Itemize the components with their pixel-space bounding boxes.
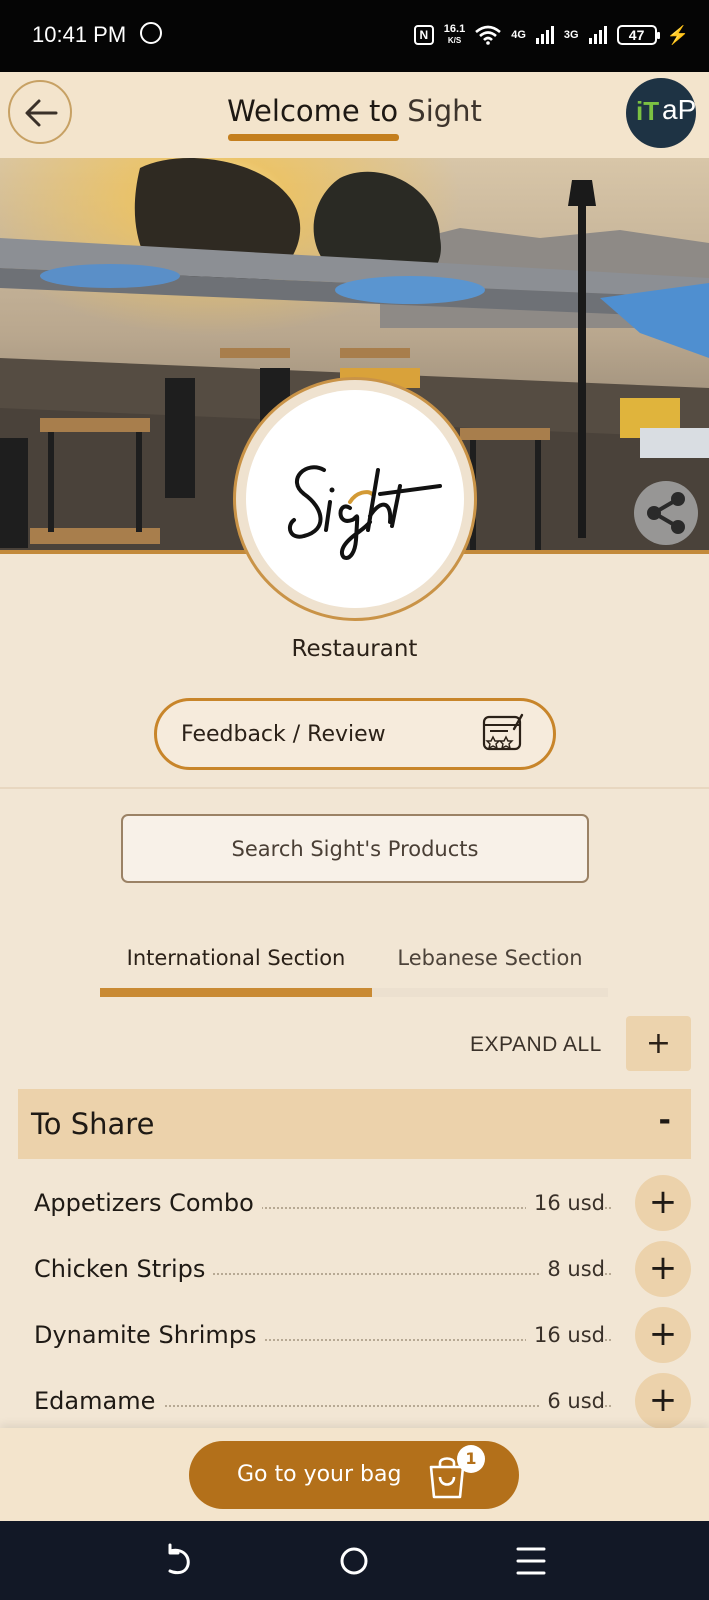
- menu-item-name: Dynamite Shrimps: [34, 1321, 265, 1349]
- plus-icon: +: [648, 1248, 678, 1288]
- menu-item: Appetizers Combo 16 usd +: [34, 1175, 691, 1235]
- add-item-button[interactable]: +: [635, 1241, 691, 1297]
- menu-item-price: 16 usd: [526, 1323, 605, 1347]
- menu-item-price: 6 usd: [539, 1389, 605, 1413]
- system-navigation-bar: [0, 1521, 709, 1600]
- add-item-button[interactable]: +: [635, 1373, 691, 1429]
- home-nav-icon[interactable]: [332, 1539, 376, 1583]
- active-tab-indicator: [100, 988, 372, 997]
- feedback-review-button[interactable]: Feedback / Review: [154, 698, 556, 770]
- expand-all-label[interactable]: EXPAND ALL: [470, 1033, 602, 1057]
- collapse-icon[interactable]: -: [659, 1103, 671, 1138]
- signal-bars-icon: [588, 26, 607, 44]
- plus-icon: +: [648, 1182, 678, 1222]
- bag-count-badge: 1: [457, 1445, 485, 1473]
- status-time: 10:41 PM: [32, 22, 127, 47]
- signal-bars-icon: [535, 26, 554, 44]
- status-bar: 10:41 PM N 16.1 K/S 4G 3G 47 ⚡: [0, 0, 709, 72]
- app-logo-text-1: iT: [636, 96, 660, 126]
- feedback-review-label: Feedback / Review: [181, 722, 386, 747]
- back-nav-icon[interactable]: [156, 1539, 200, 1583]
- category-title: To Share: [31, 1107, 155, 1141]
- menu-item-price: 16 usd: [526, 1191, 605, 1215]
- assistant-status-icon: [140, 22, 162, 44]
- share-icon: [647, 492, 685, 534]
- network-speed: 16.1 K/S: [444, 24, 465, 46]
- tab-international-section[interactable]: International Section: [100, 946, 372, 970]
- menu-item-price: 8 usd: [539, 1257, 605, 1281]
- plus-icon: +: [648, 1380, 678, 1420]
- charging-icon: ⚡: [666, 24, 689, 45]
- menu-item: Edamame 6 usd +: [34, 1373, 691, 1433]
- go-to-bag-label: Go to your bag: [237, 1462, 402, 1487]
- go-to-bag-button[interactable]: Go to your bag 1: [189, 1441, 519, 1509]
- share-button[interactable]: [634, 481, 698, 545]
- menu-nav-icon[interactable]: [510, 1539, 554, 1583]
- menu-item-name: Appetizers Combo: [34, 1189, 262, 1217]
- app-header: Welcome to Sight iT aP: [0, 72, 709, 158]
- tab-lebanese-section[interactable]: Lebanese Section: [372, 946, 608, 970]
- restaurant-logo-frame: [233, 377, 477, 621]
- bag-bar: Go to your bag 1: [0, 1428, 709, 1521]
- restaurant-logo: [246, 390, 464, 608]
- app-logo[interactable]: iT aP: [626, 78, 696, 148]
- status-icons: N 16.1 K/S 4G 3G 47 ⚡: [413, 18, 689, 52]
- network-speed-value: 16.1: [443, 23, 466, 35]
- menu-item: Dynamite Shrimps 16 usd +: [34, 1307, 691, 1367]
- network-speed-unit: K/S: [447, 36, 462, 45]
- wifi-icon: [475, 25, 502, 45]
- category-header-to-share[interactable]: To Share -: [18, 1089, 691, 1159]
- nfc-icon: N: [413, 25, 434, 45]
- menu-item-name: Edamame: [34, 1387, 164, 1415]
- page-title-name: Sight: [407, 94, 482, 128]
- restaurant-type: Restaurant: [291, 636, 418, 662]
- menu-item: Chicken Strips 8 usd +: [34, 1241, 691, 1301]
- app-logo-text-2: aP: [662, 94, 696, 125]
- search-products-input[interactable]: [121, 814, 589, 883]
- add-item-button[interactable]: +: [635, 1175, 691, 1231]
- review-stars-icon: [482, 713, 524, 751]
- title-underline: [228, 134, 399, 141]
- expand-all-button[interactable]: +: [626, 1016, 691, 1071]
- menu-item-name: Chicken Strips: [34, 1255, 214, 1283]
- signal-3g-label: 3G: [563, 29, 579, 41]
- sight-logo-mark: [287, 465, 442, 560]
- page-title-prefix: Welcome to: [227, 94, 399, 128]
- battery-icon: 47: [616, 25, 660, 45]
- signal-4g-label: 4G: [511, 29, 526, 41]
- divider: [0, 787, 709, 789]
- add-item-button[interactable]: +: [635, 1307, 691, 1363]
- page-title: Welcome to Sight: [0, 94, 709, 128]
- plus-icon: +: [648, 1314, 678, 1354]
